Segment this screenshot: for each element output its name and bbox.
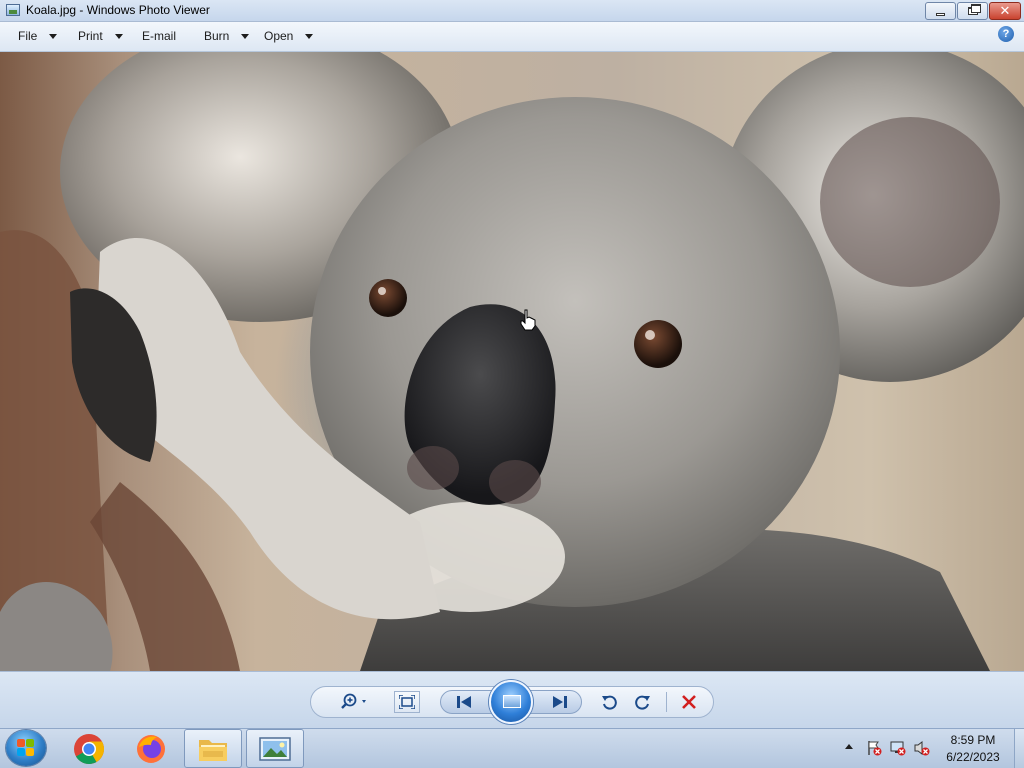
clock-time: 8:59 PM <box>950 733 996 747</box>
help-icon[interactable]: ? <box>998 26 1014 42</box>
next-button[interactable] <box>546 692 574 712</box>
taskbar-explorer[interactable] <box>184 729 242 768</box>
koala-photo <box>0 52 1024 671</box>
chevron-down-icon <box>241 33 250 39</box>
actual-size-icon <box>399 695 415 709</box>
chevron-down-icon <box>114 33 123 39</box>
menu-file[interactable]: File <box>18 29 58 43</box>
action-center-icon[interactable] <box>866 740 882 756</box>
show-hidden-icons-button[interactable] <box>845 744 853 749</box>
menu-print-label: Print <box>78 29 103 43</box>
previous-icon <box>457 696 471 708</box>
rotate-counterclockwise-button[interactable] <box>598 692 620 712</box>
slideshow-button[interactable] <box>489 680 533 724</box>
zoom-button[interactable] <box>338 692 370 712</box>
network-icon[interactable] <box>890 740 906 756</box>
taskbar-chrome[interactable] <box>60 729 118 768</box>
restore-button[interactable] <box>957 2 988 20</box>
windows-logo-icon <box>17 739 35 757</box>
menu-open-label: Open <box>264 29 294 43</box>
close-icon: ✕ <box>999 3 1011 19</box>
menu-bar: File Print E-mail Burn Open <box>0 22 1024 52</box>
show-desktop-button[interactable] <box>1014 729 1024 768</box>
photo-viewer-icon <box>259 736 291 761</box>
delete-button[interactable] <box>678 692 700 712</box>
menu-open[interactable]: Open <box>264 29 314 43</box>
minimize-button[interactable] <box>925 2 956 20</box>
menu-burn[interactable]: Burn <box>204 29 250 43</box>
previous-button[interactable] <box>450 692 478 712</box>
photo-viewer-app-icon[interactable] <box>6 4 20 16</box>
chevron-down-icon <box>49 33 58 39</box>
menu-print[interactable]: Print <box>78 29 123 43</box>
taskbar-photo-viewer[interactable] <box>246 729 304 768</box>
hand-cursor-icon <box>520 309 536 331</box>
title-bar: Koala.jpg - Windows Photo Viewer ✕ <box>0 0 1024 22</box>
chevron-down-icon <box>305 33 314 39</box>
delete-icon <box>682 695 696 709</box>
chrome-icon <box>74 733 105 764</box>
menu-file-label: File <box>18 29 38 43</box>
photo-display[interactable] <box>0 52 1024 671</box>
rotate-counterclockwise-icon <box>602 695 617 710</box>
window-title: Koala.jpg - Windows Photo Viewer <box>26 3 210 17</box>
control-separator <box>666 692 667 712</box>
taskbar-firefox[interactable] <box>122 729 180 768</box>
close-button[interactable]: ✕ <box>989 2 1021 20</box>
minimize-icon <box>936 12 945 16</box>
menu-email[interactable]: E-mail <box>142 29 176 43</box>
restore-icon <box>967 4 981 15</box>
start-button[interactable] <box>6 730 46 766</box>
zoom-icon <box>341 693 366 709</box>
taskbar-clock[interactable]: 8:59 PM 6/22/2023 <box>935 732 1011 766</box>
next-icon <box>553 696 567 708</box>
rotate-clockwise-button[interactable] <box>632 692 654 712</box>
menu-email-label: E-mail <box>142 29 177 43</box>
volume-muted-icon[interactable] <box>914 740 930 756</box>
folder-icon <box>199 739 227 761</box>
slideshow-icon <box>503 695 521 708</box>
actual-size-button[interactable] <box>394 691 420 713</box>
firefox-icon <box>137 734 165 763</box>
clock-date: 6/22/2023 <box>946 750 1000 764</box>
rotate-clockwise-icon <box>635 695 650 710</box>
menu-burn-label: Burn <box>204 29 230 43</box>
